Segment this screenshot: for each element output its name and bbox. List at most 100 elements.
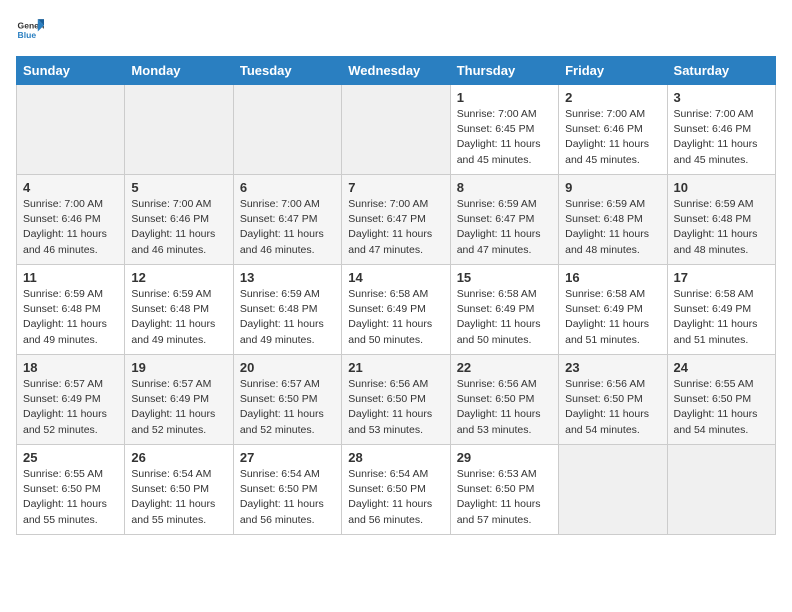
day-number: 4 (23, 180, 118, 195)
day-number: 12 (131, 270, 226, 285)
calendar-cell: 25 Sunrise: 6:55 AM Sunset: 6:50 PM Dayli… (17, 445, 125, 535)
calendar-cell: 20 Sunrise: 6:57 AM Sunset: 6:50 PM Dayli… (233, 355, 341, 445)
calendar-cell: 4 Sunrise: 7:00 AM Sunset: 6:46 PM Daylig… (17, 175, 125, 265)
logo: General Blue (16, 16, 44, 44)
calendar-cell: 19 Sunrise: 6:57 AM Sunset: 6:49 PM Dayli… (125, 355, 233, 445)
day-number: 17 (674, 270, 769, 285)
day-number: 26 (131, 450, 226, 465)
day-number: 19 (131, 360, 226, 375)
day-info: Sunrise: 6:55 AM Sunset: 6:50 PM Dayligh… (674, 377, 769, 438)
col-header-thursday: Thursday (450, 57, 558, 85)
day-number: 27 (240, 450, 335, 465)
calendar-cell: 29 Sunrise: 6:53 AM Sunset: 6:50 PM Dayli… (450, 445, 558, 535)
day-info: Sunrise: 6:58 AM Sunset: 6:49 PM Dayligh… (457, 287, 552, 348)
day-info: Sunrise: 6:59 AM Sunset: 6:47 PM Dayligh… (457, 197, 552, 258)
calendar-cell (342, 85, 450, 175)
day-info: Sunrise: 6:56 AM Sunset: 6:50 PM Dayligh… (457, 377, 552, 438)
page-header: General Blue (16, 16, 776, 44)
day-number: 25 (23, 450, 118, 465)
day-number: 2 (565, 90, 660, 105)
calendar-cell: 26 Sunrise: 6:54 AM Sunset: 6:50 PM Dayli… (125, 445, 233, 535)
day-info: Sunrise: 6:54 AM Sunset: 6:50 PM Dayligh… (240, 467, 335, 528)
day-number: 13 (240, 270, 335, 285)
calendar-cell: 3 Sunrise: 7:00 AM Sunset: 6:46 PM Daylig… (667, 85, 775, 175)
week-row-1: 1 Sunrise: 7:00 AM Sunset: 6:45 PM Daylig… (17, 85, 776, 175)
calendar-cell (125, 85, 233, 175)
day-info: Sunrise: 6:57 AM Sunset: 6:49 PM Dayligh… (131, 377, 226, 438)
calendar-cell (233, 85, 341, 175)
day-number: 3 (674, 90, 769, 105)
col-header-friday: Friday (559, 57, 667, 85)
calendar-cell: 13Sunrise: 6:59 AM Sunset: 6:48 PM Dayli… (233, 265, 341, 355)
col-header-monday: Monday (125, 57, 233, 85)
day-info: Sunrise: 6:59 AM Sunset: 6:48 PM Dayligh… (131, 287, 226, 348)
day-number: 23 (565, 360, 660, 375)
day-info: Sunrise: 6:55 AM Sunset: 6:50 PM Dayligh… (23, 467, 118, 528)
day-number: 11 (23, 270, 118, 285)
logo-icon: General Blue (16, 16, 44, 44)
day-info: Sunrise: 6:57 AM Sunset: 6:49 PM Dayligh… (23, 377, 118, 438)
calendar-cell: 21 Sunrise: 6:56 AM Sunset: 6:50 PM Dayli… (342, 355, 450, 445)
calendar-cell: 24 Sunrise: 6:55 AM Sunset: 6:50 PM Dayli… (667, 355, 775, 445)
day-info: Sunrise: 7:00 AM Sunset: 6:46 PM Dayligh… (674, 107, 769, 168)
day-number: 10 (674, 180, 769, 195)
day-info: Sunrise: 7:00 AM Sunset: 6:47 PM Dayligh… (348, 197, 443, 258)
calendar-cell: 5Sunrise: 7:00 AM Sunset: 6:46 PM Daylig… (125, 175, 233, 265)
day-number: 6 (240, 180, 335, 195)
day-number: 9 (565, 180, 660, 195)
calendar-cell: 14 Sunrise: 6:58 AM Sunset: 6:49 PM Dayli… (342, 265, 450, 355)
week-row-2: 4 Sunrise: 7:00 AM Sunset: 6:46 PM Daylig… (17, 175, 776, 265)
week-row-5: 25 Sunrise: 6:55 AM Sunset: 6:50 PM Dayli… (17, 445, 776, 535)
calendar-cell: 7 Sunrise: 7:00 AM Sunset: 6:47 PM Daylig… (342, 175, 450, 265)
day-info: Sunrise: 6:56 AM Sunset: 6:50 PM Dayligh… (348, 377, 443, 438)
day-info: Sunrise: 6:58 AM Sunset: 6:49 PM Dayligh… (348, 287, 443, 348)
calendar-cell: 11Sunrise: 6:59 AM Sunset: 6:48 PM Dayli… (17, 265, 125, 355)
calendar-table: SundayMondayTuesdayWednesdayThursdayFrid… (16, 56, 776, 535)
day-info: Sunrise: 6:57 AM Sunset: 6:50 PM Dayligh… (240, 377, 335, 438)
col-header-saturday: Saturday (667, 57, 775, 85)
calendar-cell: 15 Sunrise: 6:58 AM Sunset: 6:49 PM Dayli… (450, 265, 558, 355)
col-header-sunday: Sunday (17, 57, 125, 85)
day-info: Sunrise: 6:59 AM Sunset: 6:48 PM Dayligh… (565, 197, 660, 258)
day-number: 18 (23, 360, 118, 375)
day-number: 20 (240, 360, 335, 375)
svg-text:Blue: Blue (18, 30, 37, 40)
day-info: Sunrise: 6:58 AM Sunset: 6:49 PM Dayligh… (565, 287, 660, 348)
day-info: Sunrise: 6:59 AM Sunset: 6:48 PM Dayligh… (674, 197, 769, 258)
day-number: 22 (457, 360, 552, 375)
header-row: SundayMondayTuesdayWednesdayThursdayFrid… (17, 57, 776, 85)
calendar-cell: 28Sunrise: 6:54 AM Sunset: 6:50 PM Dayli… (342, 445, 450, 535)
col-header-wednesday: Wednesday (342, 57, 450, 85)
day-number: 21 (348, 360, 443, 375)
calendar-cell: 17 Sunrise: 6:58 AM Sunset: 6:49 PM Dayli… (667, 265, 775, 355)
calendar-cell: 18 Sunrise: 6:57 AM Sunset: 6:49 PM Dayli… (17, 355, 125, 445)
day-number: 29 (457, 450, 552, 465)
day-number: 28 (348, 450, 443, 465)
day-number: 15 (457, 270, 552, 285)
day-info: Sunrise: 7:00 AM Sunset: 6:47 PM Dayligh… (240, 197, 335, 258)
col-header-tuesday: Tuesday (233, 57, 341, 85)
week-row-4: 18 Sunrise: 6:57 AM Sunset: 6:49 PM Dayli… (17, 355, 776, 445)
calendar-cell: 12 Sunrise: 6:59 AM Sunset: 6:48 PM Dayli… (125, 265, 233, 355)
day-info: Sunrise: 6:56 AM Sunset: 6:50 PM Dayligh… (565, 377, 660, 438)
calendar-cell: 23 Sunrise: 6:56 AM Sunset: 6:50 PM Dayli… (559, 355, 667, 445)
day-number: 24 (674, 360, 769, 375)
day-info: Sunrise: 6:53 AM Sunset: 6:50 PM Dayligh… (457, 467, 552, 528)
day-number: 1 (457, 90, 552, 105)
day-number: 16 (565, 270, 660, 285)
calendar-cell: 10 Sunrise: 6:59 AM Sunset: 6:48 PM Dayli… (667, 175, 775, 265)
day-number: 7 (348, 180, 443, 195)
day-info: Sunrise: 7:00 AM Sunset: 6:46 PM Dayligh… (23, 197, 118, 258)
calendar-cell: 6 Sunrise: 7:00 AM Sunset: 6:47 PM Daylig… (233, 175, 341, 265)
calendar-cell: 22 Sunrise: 6:56 AM Sunset: 6:50 PM Dayli… (450, 355, 558, 445)
calendar-cell (559, 445, 667, 535)
day-info: Sunrise: 6:54 AM Sunset: 6:50 PM Dayligh… (131, 467, 226, 528)
calendar-cell: 9 Sunrise: 6:59 AM Sunset: 6:48 PM Daylig… (559, 175, 667, 265)
day-info: Sunrise: 7:00 AM Sunset: 6:45 PM Dayligh… (457, 107, 552, 168)
day-number: 14 (348, 270, 443, 285)
calendar-cell (17, 85, 125, 175)
day-info: Sunrise: 6:58 AM Sunset: 6:49 PM Dayligh… (674, 287, 769, 348)
calendar-cell: 2Sunrise: 7:00 AM Sunset: 6:46 PM Daylig… (559, 85, 667, 175)
calendar-cell (667, 445, 775, 535)
calendar-cell: 27 Sunrise: 6:54 AM Sunset: 6:50 PM Dayli… (233, 445, 341, 535)
